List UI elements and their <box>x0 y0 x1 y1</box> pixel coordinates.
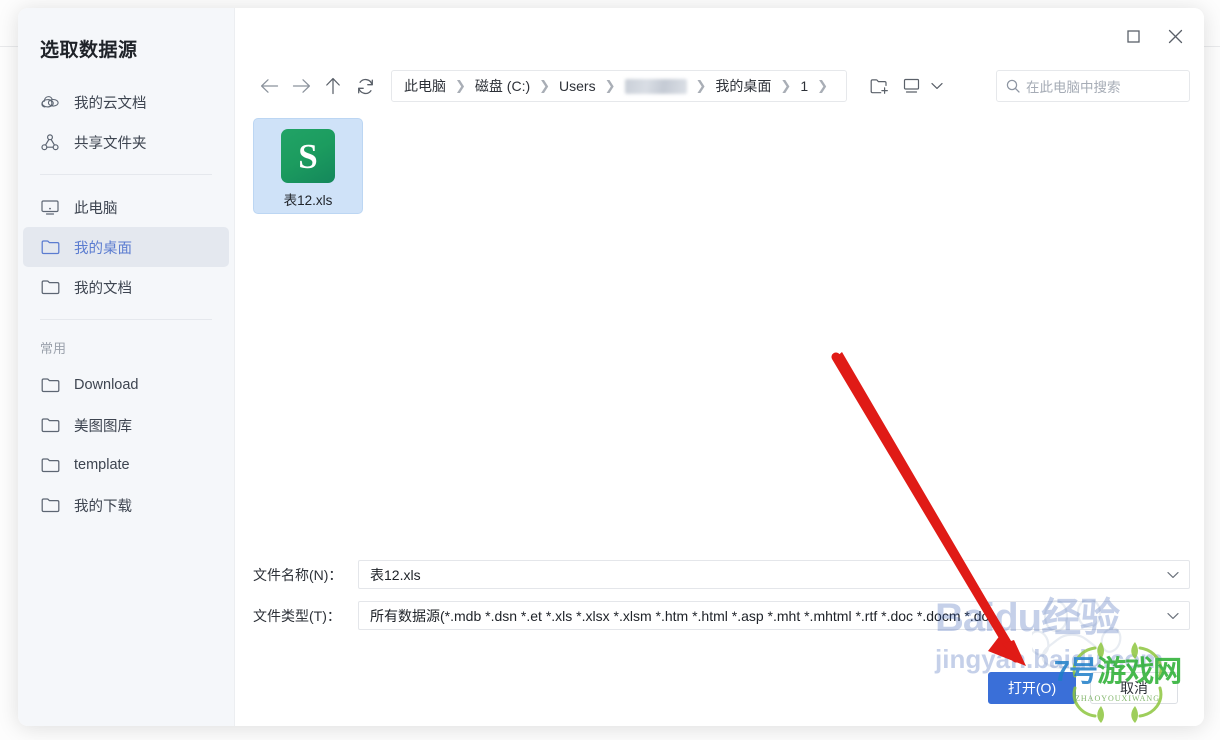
file-form: 文件名称(N)： 表12.xls 文件类型(T)： 所有数据源(*.mdb *.… <box>253 560 1190 642</box>
breadcrumb-separator: ❯ <box>780 78 792 93</box>
file-item-label: 表12.xls <box>283 193 333 208</box>
file-list: S 表12.xls <box>253 118 1190 558</box>
breadcrumb-separator: ❯ <box>604 78 616 93</box>
navigation-toolbar: 此电脑 ❯ 磁盘 (C:) ❯ Users ❯ ❯ 我的桌面 ❯ 1 ❯ 在此电… <box>235 60 1204 112</box>
breadcrumb-separator: ❯ <box>695 78 707 93</box>
refresh-button[interactable] <box>349 70 381 102</box>
breadcrumb-separator: ❯ <box>817 78 829 93</box>
folder-icon <box>41 376 63 394</box>
monitor-icon <box>41 198 63 216</box>
new-folder-icon <box>870 78 889 95</box>
chevron-down-icon[interactable] <box>1163 571 1183 579</box>
new-folder-button[interactable] <box>863 70 895 102</box>
arrow-right-icon <box>292 78 311 94</box>
sidebar-item-label: 我的下载 <box>74 498 132 515</box>
chevron-down-icon <box>931 82 943 90</box>
folder-icon <box>41 496 63 514</box>
sidebar-group-label: 常用 <box>40 341 67 356</box>
file-item-biao12-xls[interactable]: S 表12.xls <box>253 118 363 214</box>
dialog-actions: 打开(O) 取消 <box>988 672 1178 704</box>
breadcrumb-item-disk-c[interactable]: 磁盘 (C:) <box>475 76 530 96</box>
sidebar-item-label: template <box>74 457 130 473</box>
folder-icon <box>41 238 63 256</box>
maximize-button[interactable] <box>1112 17 1154 55</box>
refresh-icon <box>357 78 374 95</box>
filename-input[interactable]: 表12.xls <box>358 560 1190 589</box>
forward-button[interactable] <box>285 70 317 102</box>
breadcrumb[interactable]: 此电脑 ❯ 磁盘 (C:) ❯ Users ❯ ❯ 我的桌面 ❯ 1 ❯ <box>391 70 847 102</box>
folder-icon <box>41 456 63 474</box>
view-mode-button[interactable] <box>895 70 927 102</box>
window-controls <box>1112 16 1196 56</box>
sidebar-item-shared-folder[interactable]: 共享文件夹 <box>23 122 229 162</box>
arrow-left-icon <box>260 78 279 94</box>
filename-value: 表12.xls <box>370 566 421 583</box>
screenshot-root: ⌄ 选取数据源 我的云文档 <box>0 0 1220 740</box>
sidebar-item-label: Download <box>74 377 139 393</box>
sidebar-nav-list: 我的云文档 共享文件夹 此电脑 我的桌面 我的文档 常用 Download 美图… <box>18 82 234 525</box>
close-button[interactable] <box>1154 17 1196 55</box>
breadcrumb-item-1[interactable]: 1 <box>800 78 808 94</box>
view-mode-dropdown[interactable] <box>927 70 947 102</box>
search-icon <box>1006 79 1020 93</box>
share-users-icon <box>41 133 63 151</box>
dialog-content: 此电脑 ❯ 磁盘 (C:) ❯ Users ❯ ❯ 我的桌面 ❯ 1 ❯ 在此电… <box>235 8 1204 726</box>
folder-icon <box>41 278 63 296</box>
cancel-button[interactable]: 取消 <box>1090 672 1178 704</box>
sidebar-item-template[interactable]: template <box>23 445 229 485</box>
sidebar-item-my-cloud-docs[interactable]: 我的云文档 <box>23 82 229 122</box>
cloud-icon <box>41 93 63 111</box>
breadcrumb-separator: ❯ <box>455 78 466 93</box>
filetype-select[interactable]: 所有数据源(*.mdb *.dsn *.et *.xls *.xlsx *.xl… <box>358 601 1190 630</box>
chevron-down-icon[interactable] <box>1163 612 1183 620</box>
sidebar-item-label: 共享文件夹 <box>74 135 147 152</box>
sidebar-item-my-desktop[interactable]: 我的桌面 <box>23 227 229 267</box>
open-button[interactable]: 打开(O) <box>988 672 1076 704</box>
back-button[interactable] <box>253 70 285 102</box>
toolbar-actions <box>863 70 947 102</box>
sidebar-item-download[interactable]: Download <box>23 365 229 405</box>
folder-icon <box>41 416 63 434</box>
filetype-label: 文件类型(T)： <box>253 607 341 624</box>
select-data-source-dialog: 选取数据源 我的云文档 共享文件夹 此电脑 我的桌面 我的文档 常用 Downl… <box>18 8 1204 726</box>
excel-file-icon: S <box>281 129 335 183</box>
filename-label: 文件名称(N)： <box>253 566 343 583</box>
sidebar-item-label: 美图图库 <box>74 418 132 435</box>
sidebar-item-my-downloads[interactable]: 我的下载 <box>23 485 229 525</box>
sidebar-divider-2 <box>40 319 212 320</box>
search-input[interactable]: 在此电脑中搜索 <box>996 70 1190 102</box>
arrow-up-icon <box>325 77 341 95</box>
filetype-row: 文件类型(T)： 所有数据源(*.mdb *.dsn *.et *.xls *.… <box>253 601 1190 630</box>
dialog-title: 选取数据源 <box>40 40 138 61</box>
dialog-sidebar: 选取数据源 我的云文档 共享文件夹 此电脑 我的桌面 我的文档 常用 Downl… <box>18 8 235 726</box>
sidebar-item-meitu-gallery[interactable]: 美图图库 <box>23 405 229 445</box>
sidebar-divider-1 <box>40 174 212 175</box>
sidebar-item-label: 我的文档 <box>74 280 132 297</box>
search-placeholder: 在此电脑中搜索 <box>1026 80 1121 95</box>
sidebar-item-label: 我的桌面 <box>74 240 132 257</box>
view-mode-icon <box>903 78 920 94</box>
breadcrumb-item-users[interactable]: Users <box>559 78 596 94</box>
sidebar-item-my-documents[interactable]: 我的文档 <box>23 267 229 307</box>
breadcrumb-item-username-redacted[interactable] <box>624 78 687 94</box>
filename-row: 文件名称(N)： 表12.xls <box>253 560 1190 589</box>
sidebar-item-label: 我的云文档 <box>74 95 147 112</box>
breadcrumb-item-this-pc[interactable]: 此电脑 <box>404 76 446 96</box>
sidebar-item-this-pc[interactable]: 此电脑 <box>23 187 229 227</box>
up-button[interactable] <box>317 70 349 102</box>
filetype-value: 所有数据源(*.mdb *.dsn *.et *.xls *.xlsx *.xl… <box>370 607 990 624</box>
breadcrumb-item-my-desktop[interactable]: 我的桌面 <box>715 76 771 96</box>
sidebar-item-label: 此电脑 <box>74 200 118 217</box>
breadcrumb-separator: ❯ <box>539 78 551 93</box>
